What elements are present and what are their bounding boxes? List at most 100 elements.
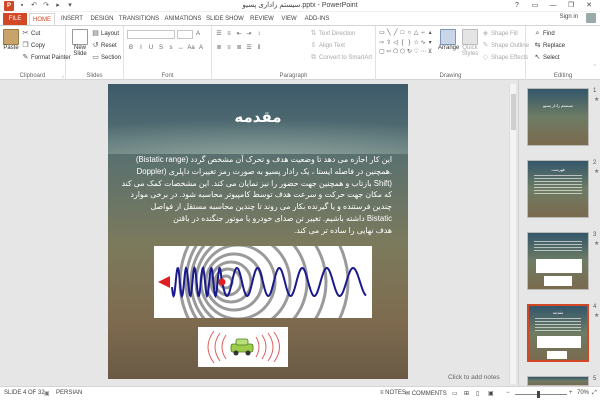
- rectangle-shape-icon[interactable]: □: [400, 29, 406, 38]
- underline-icon[interactable]: U: [147, 44, 155, 52]
- paste-button[interactable]: Paste: [2, 29, 20, 51]
- textbox-shape-icon[interactable]: ▭: [379, 29, 385, 38]
- expand-gallery-icon[interactable]: ⊻: [427, 48, 433, 57]
- arrow-shape-icon[interactable]: ⇧: [386, 39, 392, 48]
- replace-button[interactable]: ⇆ Replace: [534, 42, 565, 49]
- brace-shape-icon[interactable]: {: [400, 39, 406, 48]
- triangle-shape-icon[interactable]: △: [413, 29, 419, 38]
- reset-button[interactable]: ↺ Reset: [92, 42, 117, 49]
- account-avatar[interactable]: [586, 13, 596, 23]
- tab-view[interactable]: VIEW: [278, 13, 300, 25]
- vertical-scrollbar[interactable]: [509, 84, 516, 384]
- columns-icon[interactable]: ⫴: [255, 44, 263, 52]
- heart-shape-icon[interactable]: ♡: [413, 48, 419, 57]
- restore-button[interactable]: ❐: [562, 0, 580, 11]
- collapse-ribbon-icon[interactable]: ⌃: [593, 64, 597, 70]
- align-center-icon[interactable]: ≡: [225, 44, 233, 52]
- tab-home[interactable]: HOME: [29, 13, 55, 25]
- arrow-shape-icon[interactable]: ⇦: [386, 48, 392, 57]
- layout-button[interactable]: ▤ Layout: [92, 30, 119, 37]
- find-button[interactable]: ⌕ Find: [534, 30, 555, 37]
- ribbon-display-button[interactable]: ▭: [526, 0, 544, 11]
- tab-insert[interactable]: INSERT: [58, 13, 86, 25]
- italic-icon[interactable]: I: [137, 44, 145, 52]
- line-shape-icon[interactable]: ⌐: [420, 29, 426, 38]
- shape-effects-button[interactable]: ◇ Shape Effects: [482, 54, 528, 61]
- strikethrough-icon[interactable]: S: [157, 44, 165, 52]
- decrease-indent-icon[interactable]: ⇤: [235, 30, 243, 38]
- tab-file[interactable]: FILE: [3, 13, 27, 25]
- language-indicator[interactable]: PERSIAN: [56, 390, 82, 396]
- triangle-shape-icon[interactable]: ◁: [393, 39, 399, 48]
- normal-view-icon[interactable]: ▭: [452, 390, 458, 397]
- tab-animations[interactable]: ANIMATIONS: [163, 13, 203, 25]
- zoom-level[interactable]: 70%: [577, 390, 589, 396]
- slideshow-view-icon[interactable]: ▣: [488, 390, 494, 397]
- increase-indent-icon[interactable]: ⇥: [245, 30, 253, 38]
- shapes-gallery[interactable]: ▭ ╲ ╱ □ ○ △ ⌐ ▴ ⇨ ⇧ ◁{} ☆ ∿ ▾ ▢ ⇦ ⬠ ⬡ ↻ ♡ ⋯ ⊻: [379, 29, 433, 57]
- line-spacing-icon[interactable]: ↕: [255, 30, 263, 38]
- arrow-shape-icon[interactable]: ↻: [406, 48, 412, 57]
- slide-body-text[interactable]: این کار اجازه می دهد تا وضعیت هدف و تحرک…: [122, 154, 392, 237]
- text-direction-button[interactable]: ⇅ Text Direction: [310, 30, 356, 37]
- doppler-wave-image[interactable]: [154, 196, 372, 368]
- fit-slide-icon[interactable]: ⤢: [592, 390, 597, 397]
- spellcheck-icon[interactable]: ▣: [44, 390, 50, 397]
- format-painter-button[interactable]: ✎ Format Painter: [22, 54, 71, 61]
- convert-smartart-button[interactable]: ⧉ Convert to SmartArt: [310, 54, 372, 61]
- justify-icon[interactable]: ☰: [245, 44, 253, 52]
- scrollbar-thumb[interactable]: [511, 94, 516, 130]
- cut-button[interactable]: ✂ Cut: [22, 30, 41, 37]
- section-button[interactable]: ▭ Section: [92, 54, 121, 61]
- copy-button[interactable]: ❐ Copy: [22, 42, 45, 49]
- align-text-button[interactable]: ⇕ Align Text: [310, 42, 345, 49]
- tab-review[interactable]: REVIEW: [248, 13, 276, 25]
- close-button[interactable]: ✕: [580, 0, 598, 11]
- comments-button[interactable]: ✉ COMMENTS: [405, 390, 447, 397]
- bold-icon[interactable]: B: [127, 44, 135, 52]
- shape-fill-button[interactable]: ◈ Shape Fill: [482, 30, 518, 37]
- select-button[interactable]: ↖ Select: [534, 54, 560, 61]
- sign-in-link[interactable]: Sign in: [560, 14, 578, 20]
- line-shape-icon[interactable]: ╲: [386, 29, 392, 38]
- align-right-icon[interactable]: ≣: [235, 44, 243, 52]
- pentagon-shape-icon[interactable]: ⬠: [393, 48, 399, 57]
- change-case-icon[interactable]: Aa: [187, 44, 195, 52]
- clipboard-dialog-launcher[interactable]: ⌟: [62, 73, 64, 79]
- align-left-icon[interactable]: ≣: [215, 44, 223, 52]
- slide-sorter-icon[interactable]: ⊞: [464, 390, 469, 397]
- tab-transitions[interactable]: TRANSITIONS: [118, 13, 160, 25]
- grow-font-icon[interactable]: A: [194, 30, 202, 38]
- font-name-field[interactable]: [127, 30, 175, 39]
- rounded-rect-shape-icon[interactable]: ▢: [379, 48, 385, 57]
- arrow-shape-icon[interactable]: ⇨: [379, 39, 385, 48]
- numbering-icon[interactable]: ≡: [225, 30, 233, 38]
- shadow-icon[interactable]: s: [167, 44, 175, 52]
- shape-outline-button[interactable]: ✎ Shape Outline: [482, 42, 529, 49]
- char-spacing-icon[interactable]: ↔: [177, 44, 185, 52]
- new-slide-button[interactable]: New Slide: [70, 29, 90, 57]
- line-shape-icon[interactable]: ╱: [393, 29, 399, 38]
- tab-slide-show[interactable]: SLIDE SHOW: [206, 13, 244, 25]
- car-doppler-image[interactable]: [198, 327, 288, 367]
- star-shape-icon[interactable]: ☆: [413, 39, 419, 48]
- brace-shape-icon[interactable]: }: [406, 39, 412, 48]
- reading-view-icon[interactable]: ▯: [476, 390, 479, 397]
- notes-placeholder[interactable]: Click to add notes: [448, 374, 500, 381]
- minimize-button[interactable]: —: [544, 0, 562, 11]
- bullets-icon[interactable]: ☰: [215, 30, 223, 38]
- more-shapes-icon[interactable]: ⋯: [420, 48, 426, 57]
- zoom-out-icon[interactable]: −: [506, 390, 510, 396]
- zoom-in-icon[interactable]: +: [569, 390, 573, 396]
- scroll-up-icon[interactable]: ▴: [427, 29, 433, 38]
- curve-shape-icon[interactable]: ∿: [420, 39, 426, 48]
- font-color-icon[interactable]: A: [197, 44, 205, 52]
- arrange-button[interactable]: Arrange: [438, 29, 459, 51]
- slide-title[interactable]: مقدمه: [108, 108, 408, 126]
- zoom-slider-handle[interactable]: [537, 391, 540, 398]
- hexagon-shape-icon[interactable]: ⬡: [400, 48, 406, 57]
- notes-button[interactable]: ≡ NOTES: [380, 390, 406, 396]
- help-button[interactable]: ?: [508, 0, 526, 11]
- tab-add-ins[interactable]: ADD-INS: [302, 13, 332, 25]
- current-slide[interactable]: مقدمه این کار اجازه می دهد تا وضعیت هدف …: [108, 84, 408, 379]
